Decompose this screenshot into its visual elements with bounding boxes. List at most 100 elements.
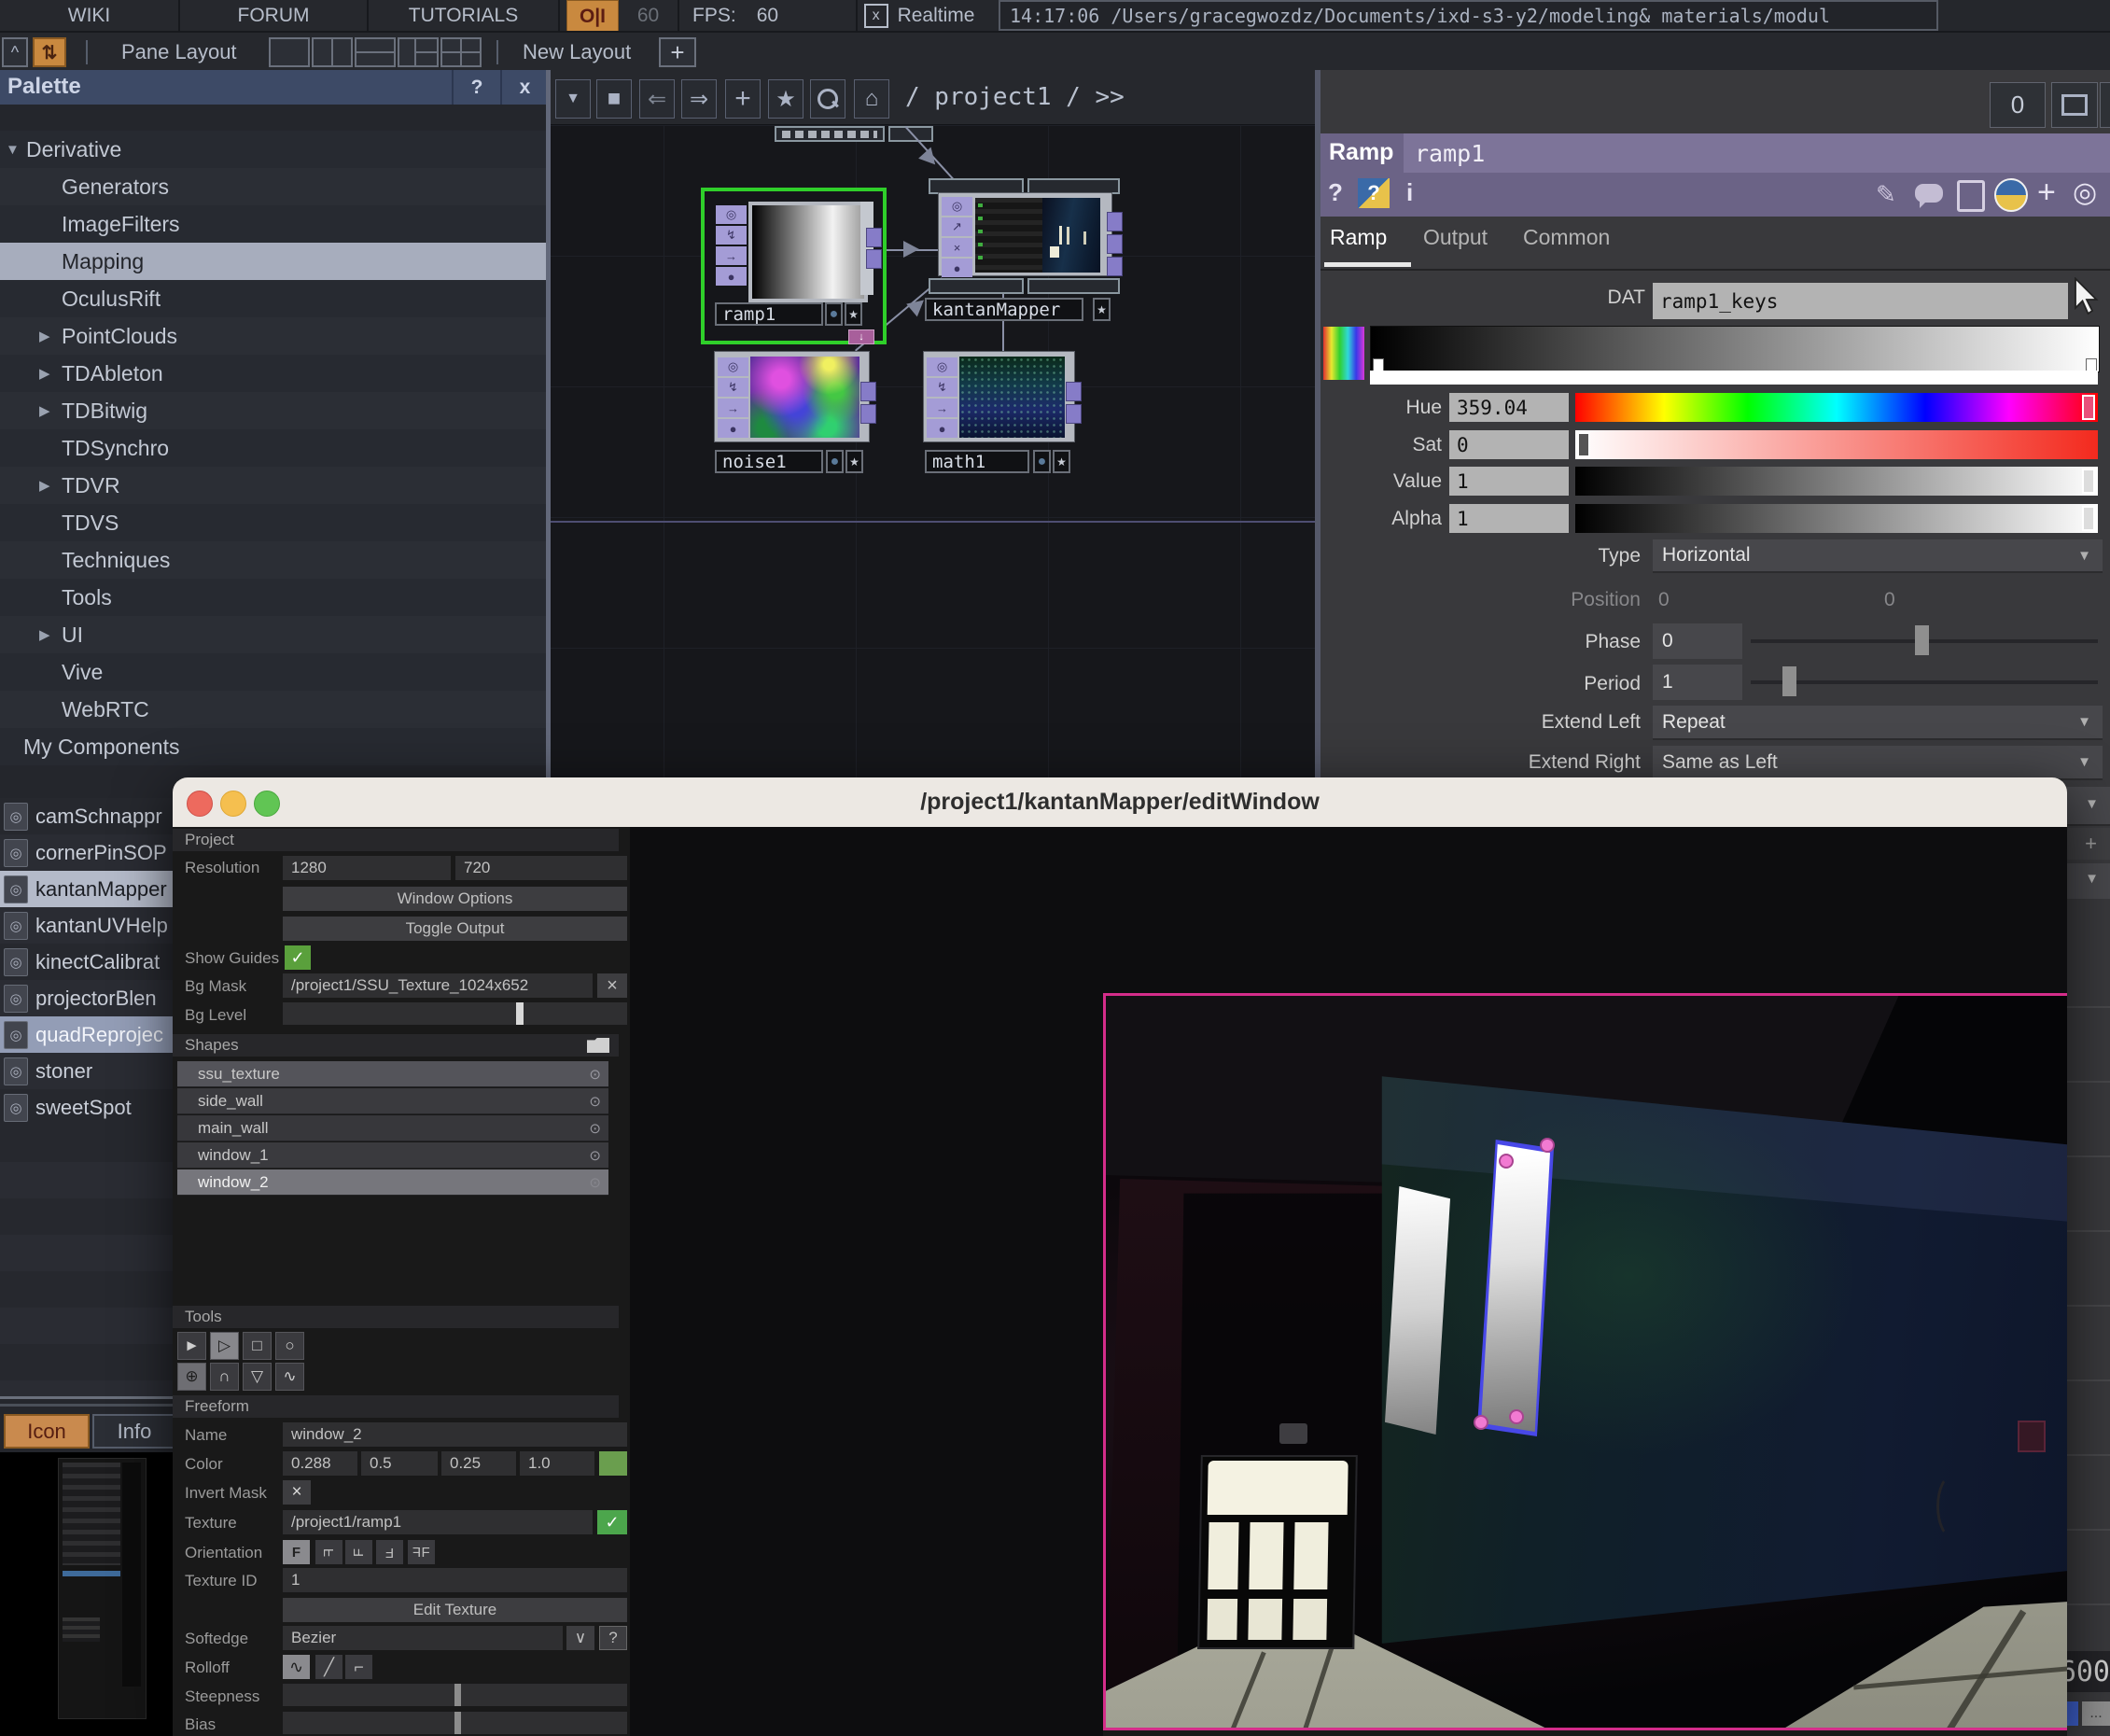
eye-icon[interactable]: ⊙	[589, 1066, 601, 1083]
node-output-connector[interactable]	[1107, 234, 1123, 254]
control-point[interactable]	[1509, 1409, 1524, 1424]
color-b-field[interactable]: 0.25	[441, 1451, 516, 1476]
layout-preset-two-columns[interactable]	[312, 37, 353, 67]
node-output-connector[interactable]	[860, 382, 876, 401]
back-button[interactable]: ⇐	[639, 79, 675, 119]
alpha-slider[interactable]	[1575, 504, 2098, 533]
floating-window-button[interactable]	[2051, 82, 2098, 128]
rolloff-step-button[interactable]: ⌐	[345, 1655, 372, 1679]
invert-mask-checkbox[interactable]: ×	[283, 1480, 311, 1505]
op-name-field[interactable]: ramp1	[1404, 133, 2110, 173]
tree-item-imagefilters[interactable]: ImageFilters	[0, 205, 546, 243]
alpha-field[interactable]: 1	[1449, 504, 1569, 533]
shape-row-ssu-texture[interactable]: ssu_texture⊙	[177, 1061, 608, 1087]
node-flags[interactable]: ◎ ↯ → ●	[716, 205, 747, 286]
texture-id-field[interactable]: 1	[283, 1568, 627, 1592]
tools-section-header[interactable]: Tools	[173, 1306, 619, 1328]
bg-level-slider[interactable]	[283, 1002, 627, 1025]
node-output-connector[interactable]	[1107, 212, 1123, 231]
dock-panel-button[interactable]: ↓	[2100, 82, 2110, 128]
rolloff-bezier-button[interactable]: ∿	[283, 1655, 310, 1679]
tree-arrow-icon[interactable]: ▶	[39, 402, 62, 419]
tree-item-oculusrift[interactable]: OculusRift	[0, 280, 546, 317]
node-kantanmapper[interactable]: ◎ ↗ × ●	[938, 192, 1112, 276]
tree-item-pointclouds[interactable]: ▶PointClouds	[0, 317, 546, 355]
oi-toggle-button[interactable]: O|I	[566, 0, 619, 33]
tool-freeform-button[interactable]: ○	[275, 1332, 304, 1360]
slider-marker[interactable]	[1577, 432, 1590, 457]
node-display-toggle[interactable]: ●	[1033, 450, 1051, 473]
node-output-connector[interactable]	[1107, 257, 1123, 276]
tree-arrow-icon[interactable]: ▼	[6, 142, 26, 158]
node-expand-button[interactable]: ↓	[848, 329, 874, 344]
ramp-palette-icon[interactable]	[1323, 327, 1364, 380]
slider-marker[interactable]	[2082, 506, 2095, 531]
color-a-field[interactable]: 1.0	[520, 1451, 594, 1476]
sat-slider[interactable]	[1575, 430, 2098, 459]
slider-handle[interactable]	[454, 1684, 461, 1706]
timeline-end-field[interactable]: 600	[2061, 1651, 2110, 1692]
softedge-expand-button[interactable]: ∨	[566, 1626, 594, 1650]
node-noise1[interactable]: ◎ ↯ → ●	[714, 351, 870, 442]
search-button[interactable]	[810, 79, 845, 119]
node-display-toggle[interactable]: ●	[825, 302, 843, 326]
node-output-connector[interactable]	[1066, 404, 1082, 424]
extend-right-dropdown[interactable]: Same as Left ▼	[1653, 746, 2103, 780]
ramp-gradient-editor[interactable]	[1370, 326, 2100, 372]
tool-select-button[interactable]: ►	[177, 1332, 206, 1360]
help-icon[interactable]: ?	[1328, 178, 1343, 207]
node-star-toggle[interactable]: ★	[1053, 450, 1070, 473]
tree-item-techniques[interactable]: Techniques	[0, 541, 546, 579]
tree-item-tdvr[interactable]: ▶TDVR	[0, 467, 546, 504]
tool-pin-button[interactable]: ∩	[210, 1363, 239, 1391]
layout-preset-two-rows[interactable]	[355, 37, 396, 67]
period-slider-track[interactable]	[1751, 680, 2098, 684]
tree-item-tdbitwig[interactable]: ▶TDBitwig	[0, 392, 546, 429]
tab-ramp[interactable]: Ramp	[1330, 225, 1387, 250]
period-field[interactable]: 1	[1653, 665, 1742, 700]
node-flags[interactable]: ◎ ↯ → ●	[927, 357, 957, 438]
control-point[interactable]	[1499, 1154, 1514, 1169]
render-flag-icon[interactable]: →	[718, 399, 748, 417]
name-field[interactable]: window_2	[283, 1422, 627, 1447]
tree-arrow-icon[interactable]: ▶	[39, 626, 62, 643]
node-ramp1[interactable]: ◎ ↯ → ● ramp1 ● ★ ↓	[701, 188, 887, 344]
node-preview-ramp[interactable]	[748, 202, 868, 302]
palette-help-button[interactable]: ?	[452, 70, 500, 105]
breadcrumb[interactable]: / project1 / >>	[905, 83, 1125, 111]
softedge-help-button[interactable]: ?	[599, 1626, 627, 1650]
softedge-dropdown[interactable]: Bezier	[283, 1626, 563, 1650]
tab-common[interactable]: Common	[1523, 225, 1610, 250]
clipped-node-label[interactable]	[775, 126, 885, 142]
shape-row-window-1[interactable]: window_1⊙	[177, 1142, 608, 1169]
shapes-section-header[interactable]: Shapes	[173, 1034, 619, 1057]
layout-preset-left-split[interactable]	[398, 37, 439, 67]
layout-preset-single[interactable]	[269, 37, 310, 67]
tree-item-tools[interactable]: Tools	[0, 579, 546, 616]
eye-icon[interactable]: ⊙	[589, 1093, 601, 1110]
tree-arrow-icon[interactable]: ▶	[39, 477, 62, 494]
tree-item-tdableton[interactable]: ▶TDAbleton	[0, 355, 546, 392]
dock-button[interactable]: ⇅	[33, 37, 66, 67]
shape-row-main-wall[interactable]: main_wall⊙	[177, 1115, 608, 1141]
home-button[interactable]: ⌂	[854, 79, 889, 119]
color-swatch[interactable]	[599, 1451, 627, 1476]
palette-close-button[interactable]: x	[500, 70, 548, 105]
node-name-plate[interactable]: ramp1	[715, 302, 823, 326]
status-path-field[interactable]: 14:17:06 /Users/gracegwozdz/Documents/ix…	[999, 0, 1938, 31]
orientation-0-button[interactable]: F	[283, 1540, 310, 1564]
index-button[interactable]: 0	[1990, 82, 2046, 128]
new-layout-add-button[interactable]: +	[659, 37, 696, 67]
add-node-button[interactable]: +	[725, 79, 761, 119]
resolution-w-field[interactable]: 1280	[283, 856, 451, 880]
timeline-options-button[interactable]: ...	[2082, 1701, 2110, 1726]
node-output-connector[interactable]	[866, 249, 882, 269]
eye-icon[interactable]: ⊙	[589, 1147, 601, 1164]
texture-field[interactable]: /project1/ramp1	[283, 1510, 593, 1534]
tab-info[interactable]: Info	[92, 1414, 176, 1449]
tool-pen-button[interactable]: ▽	[243, 1363, 272, 1391]
edit-window[interactable]: /project1/kantanMapper/editWindow Projec…	[173, 777, 2067, 1736]
node-name-plate[interactable]: noise1	[715, 450, 823, 473]
phase-field[interactable]: 0	[1653, 623, 1742, 659]
control-point[interactable]	[1474, 1415, 1488, 1430]
